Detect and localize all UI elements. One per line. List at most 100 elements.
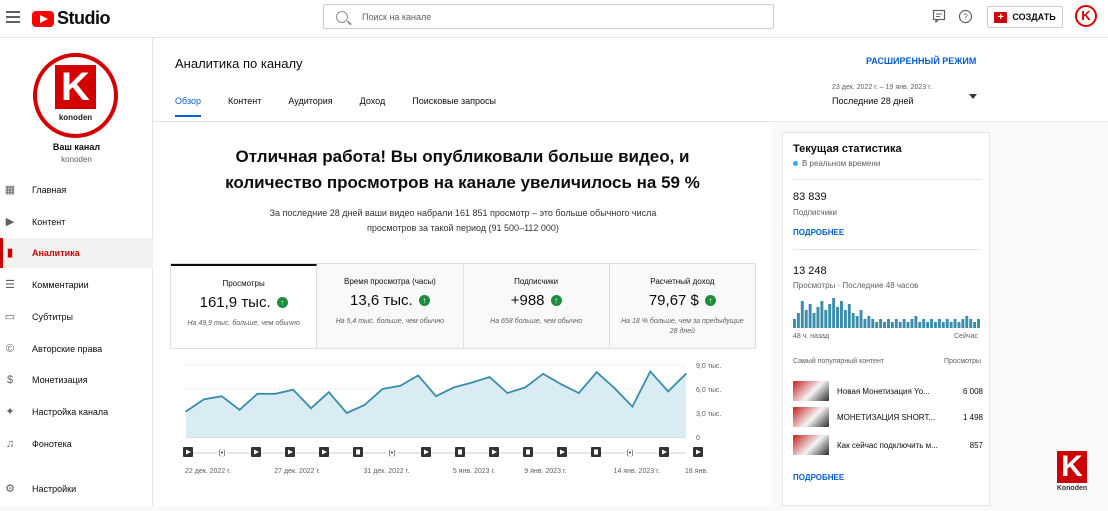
sidebar-item-audio-library[interactable]: ♫ Фонотека [0, 429, 153, 459]
realtime-bar [851, 313, 855, 328]
sidebar-item-copyright[interactable]: © Авторские права [0, 334, 153, 364]
sidebar-item-content[interactable]: ▶ Контент [0, 207, 153, 237]
chevron-down-icon[interactable] [969, 94, 977, 99]
help-icon[interactable]: ? [957, 9, 973, 25]
data-point [578, 392, 580, 394]
copyright-icon: © [5, 343, 15, 355]
gear-icon: ⚙ [5, 483, 15, 495]
x-tick-label: 18 янв. [685, 468, 708, 475]
arrow-up-icon: ↑ [418, 295, 430, 306]
realtime-bar [977, 319, 980, 328]
data-point [363, 404, 366, 406]
short-glyph [594, 449, 598, 455]
data-point [328, 391, 330, 393]
create-button[interactable]: + СОЗДАТЬ [987, 6, 1063, 28]
data-point [292, 389, 294, 391]
data-point [310, 407, 312, 409]
data-point [203, 398, 205, 401]
tab-audience[interactable]: Аудитория [288, 96, 332, 117]
popular-item[interactable]: МОНЕТИЗАЦИЯ SHORT... 1 498 [793, 407, 983, 427]
data-point [649, 370, 652, 373]
x-tick-label: 9 янв. 2023 г. [524, 468, 566, 475]
realtime-bar [898, 322, 902, 328]
subscribers-label: Подписчики [793, 208, 838, 217]
realtime-bar [840, 301, 843, 328]
live-glyph: (•) [388, 450, 395, 457]
y-tick-label: 6,0 тыс. [696, 387, 721, 394]
realtime-bar [890, 322, 894, 328]
search-input[interactable] [362, 11, 742, 22]
realtime-bar [949, 322, 953, 328]
short-glyph [458, 449, 462, 455]
top-bar: Studio ? + СОЗДАТЬ K [0, 0, 1108, 38]
realtime-bar [953, 319, 957, 328]
y-tick-label: 0 [696, 435, 700, 442]
video-thumbnail [793, 407, 829, 427]
content-icon: ▶ [5, 216, 15, 228]
sidebar-item-dashboard[interactable]: ▦ Главная [0, 175, 153, 205]
realtime-bar [812, 313, 816, 328]
sidebar-item-analytics[interactable]: ▮ Аналитика [0, 238, 153, 268]
data-point [560, 383, 562, 385]
popular-item[interactable]: Как сейчас подключить м... 857 [793, 435, 983, 455]
studio-logo[interactable]: Studio [32, 8, 111, 29]
realtime-bar [855, 316, 859, 328]
channel-watermark: K Konoden [1056, 450, 1088, 493]
data-point [488, 376, 491, 378]
search-box[interactable] [323, 4, 774, 29]
date-period-select[interactable]: Последние 28 дней [832, 96, 914, 106]
realtime-bar [828, 304, 832, 328]
tab-overview[interactable]: Обзор [175, 96, 201, 117]
data-point [399, 385, 402, 387]
realtime-bar [824, 310, 828, 328]
metric-card-views[interactable]: Просмотры 161,9 тыс. ↑ На 49,9 тыс. больш… [171, 264, 318, 348]
y-tick-label: 9,0 тыс. [696, 363, 721, 370]
data-point [256, 393, 259, 395]
account-avatar[interactable]: K [1075, 5, 1097, 27]
sidebar: K konoden Ваш канал konoden ▦ Главная ▶ … [0, 38, 153, 506]
short-glyph [526, 449, 530, 455]
metric-cards: Просмотры 161,9 тыс. ↑ На 49,9 тыс. больш… [170, 263, 756, 349]
channel-avatar[interactable]: K konoden [33, 53, 118, 138]
metric-card-revenue[interactable]: Расчетный доход 79,67 $ ↑ На 18 % больше,… [609, 264, 755, 348]
data-point [613, 387, 616, 389]
metric-card-watch-time[interactable]: Время просмотра (часы) 13,6 тыс. ↑ На 5,4… [317, 264, 464, 348]
channel-title: Ваш канал [52, 142, 101, 152]
metric-card-subscribers[interactable]: Подписчики +988 ↑ На 658 больше, чем обыч… [463, 264, 610, 348]
sidebar-item-monetization[interactable]: $ Монетизация [0, 365, 153, 395]
analytics-icon: ▮ [6, 247, 14, 259]
svg-text:?: ? [963, 13, 968, 22]
menu-icon[interactable] [6, 11, 20, 23]
more-details-link[interactable]: ПОДРОБНЕЕ [793, 473, 844, 482]
page-title: Аналитика по каналу [175, 56, 303, 71]
realtime-label: В реальном времени [802, 159, 881, 168]
sidebar-item-customization[interactable]: ✦ Настройка канала [0, 397, 153, 427]
realtime-bar [883, 322, 886, 328]
realtime-bar [973, 322, 977, 328]
data-point [185, 410, 187, 413]
sidebar-item-comments[interactable]: ☰ Комментарии [0, 270, 153, 300]
data-point [542, 373, 544, 375]
date-range: 23 дек. 2022 г. – 19 янв. 2023 г. [832, 84, 932, 91]
tab-content[interactable]: Контент [228, 96, 261, 117]
live-glyph: (•) [218, 450, 225, 457]
realtime-bar [894, 319, 898, 328]
realtime-bar-chart [793, 298, 980, 328]
popular-item[interactable]: Новая Монетизация Yo... 6 008 [793, 381, 983, 401]
realtime-panel: Текущая статистика В реальном времени 83… [782, 132, 990, 506]
advanced-mode-link[interactable]: РАСШИРЕННЫЙ РЕЖИМ [866, 56, 976, 66]
more-details-link[interactable]: ПОДРОБНЕЕ [793, 228, 844, 237]
realtime-bar [859, 310, 863, 328]
sidebar-item-subtitles[interactable]: ▭ Субтитры [0, 302, 153, 332]
realtime-bar [800, 301, 804, 328]
tab-search-queries[interactable]: Поисковые запросы [412, 96, 496, 117]
realtime-bar [914, 316, 918, 328]
data-point [453, 386, 455, 389]
data-point [470, 381, 473, 384]
feedback-icon[interactable] [931, 9, 947, 25]
channel-handle: konoden [61, 155, 92, 164]
tab-revenue[interactable]: Доход [360, 96, 386, 117]
sidebar-item-settings[interactable]: ⚙ Настройки [0, 474, 153, 504]
realtime-bar [793, 319, 796, 328]
realtime-bar [945, 319, 949, 328]
